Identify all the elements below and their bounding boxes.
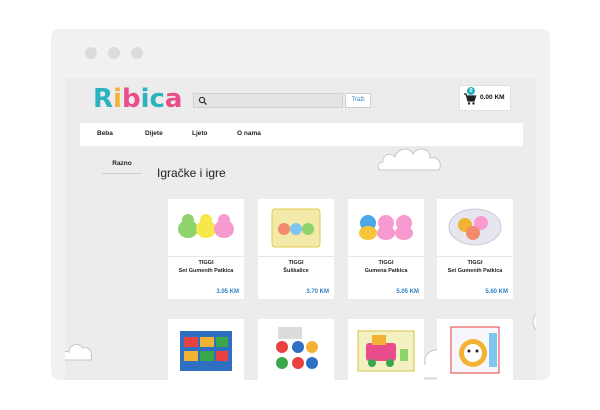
window-dot-close[interactable] [85, 47, 97, 59]
product-image[interactable] [168, 199, 244, 255]
search-button[interactable]: Traži [345, 93, 371, 108]
cloud-decoration [65, 344, 92, 361]
card-divider [348, 256, 424, 257]
nav-item-dijete[interactable]: Dijete [145, 130, 163, 137]
cart-button[interactable]: 0 0.00 KM [459, 85, 511, 111]
product-image[interactable] [348, 319, 424, 375]
product-name[interactable]: Gumena Patkica [348, 268, 424, 274]
product-name[interactable]: Šuškalice [258, 268, 334, 274]
logo-letter: i [140, 84, 150, 114]
product-card[interactable]: TIGGI Šuškalice 3.70 KM [258, 199, 334, 299]
cloud-decoration [532, 313, 536, 331]
page-viewport: Ribica Traži 0 0.00 KM Beba Dijete Ljeto… [65, 78, 536, 380]
product-price: 5.05 KM [396, 289, 419, 295]
product-card[interactable]: TIGGI Gumena Patkica 5.05 KM [348, 199, 424, 299]
product-card[interactable] [437, 319, 513, 380]
product-image[interactable] [258, 319, 334, 375]
nav-item-ljeto[interactable]: Ljeto [192, 130, 208, 137]
product-price: 5.60 KM [485, 289, 508, 295]
product-brand: TIGGI [198, 260, 214, 266]
window-dot-maximize[interactable] [131, 47, 143, 59]
cart-count-badge: 0 [467, 87, 475, 95]
sidebar-item-razno[interactable]: Razno [102, 160, 142, 174]
browser-window: Ribica Traži 0 0.00 KM Beba Dijete Ljeto… [51, 29, 550, 380]
product-image[interactable] [437, 199, 513, 255]
window-dot-minimize[interactable] [108, 47, 120, 59]
logo-letter: a [164, 84, 183, 114]
product-price: 3.05 KM [216, 289, 239, 295]
logo-letter: c [149, 84, 165, 114]
product-image[interactable] [348, 199, 424, 255]
product-card[interactable] [258, 319, 334, 380]
logo-letter: R [93, 84, 114, 114]
logo-letter: i [113, 84, 122, 114]
logo-letter: b [121, 84, 141, 114]
cart-total: 0.00 KM [480, 94, 505, 101]
card-divider [168, 256, 244, 257]
nav-item-beba[interactable]: Beba [97, 130, 113, 137]
product-brand: TIGGI [378, 260, 394, 266]
search-input[interactable] [193, 93, 343, 108]
product-card[interactable]: TIGGI Set Gumenih Patkica 3.05 KM [168, 199, 244, 299]
card-divider [258, 256, 334, 257]
product-card[interactable] [168, 319, 244, 380]
product-brand: TIGGI [288, 260, 304, 266]
product-image[interactable] [258, 199, 334, 255]
search-icon [198, 96, 208, 106]
page-title: Igračke i igre [157, 166, 226, 180]
main-navigation: Beba Dijete Ljeto O nama [80, 123, 523, 146]
cloud-decoration [377, 148, 441, 171]
nav-item-o-nama[interactable]: O nama [237, 130, 261, 137]
product-price: 3.70 KM [306, 289, 329, 295]
product-card[interactable]: TIGGI Set Gumenih Patkica 5.60 KM [437, 199, 513, 299]
product-name[interactable]: Set Gumenih Patkica [437, 268, 513, 274]
product-brand: TIGGI [467, 260, 483, 266]
product-name[interactable]: Set Gumenih Patkica [168, 268, 244, 274]
product-card[interactable] [348, 319, 424, 380]
site-logo[interactable]: Ribica [93, 84, 182, 114]
product-image[interactable] [168, 319, 244, 375]
card-divider [437, 256, 513, 257]
product-image[interactable] [437, 319, 513, 375]
